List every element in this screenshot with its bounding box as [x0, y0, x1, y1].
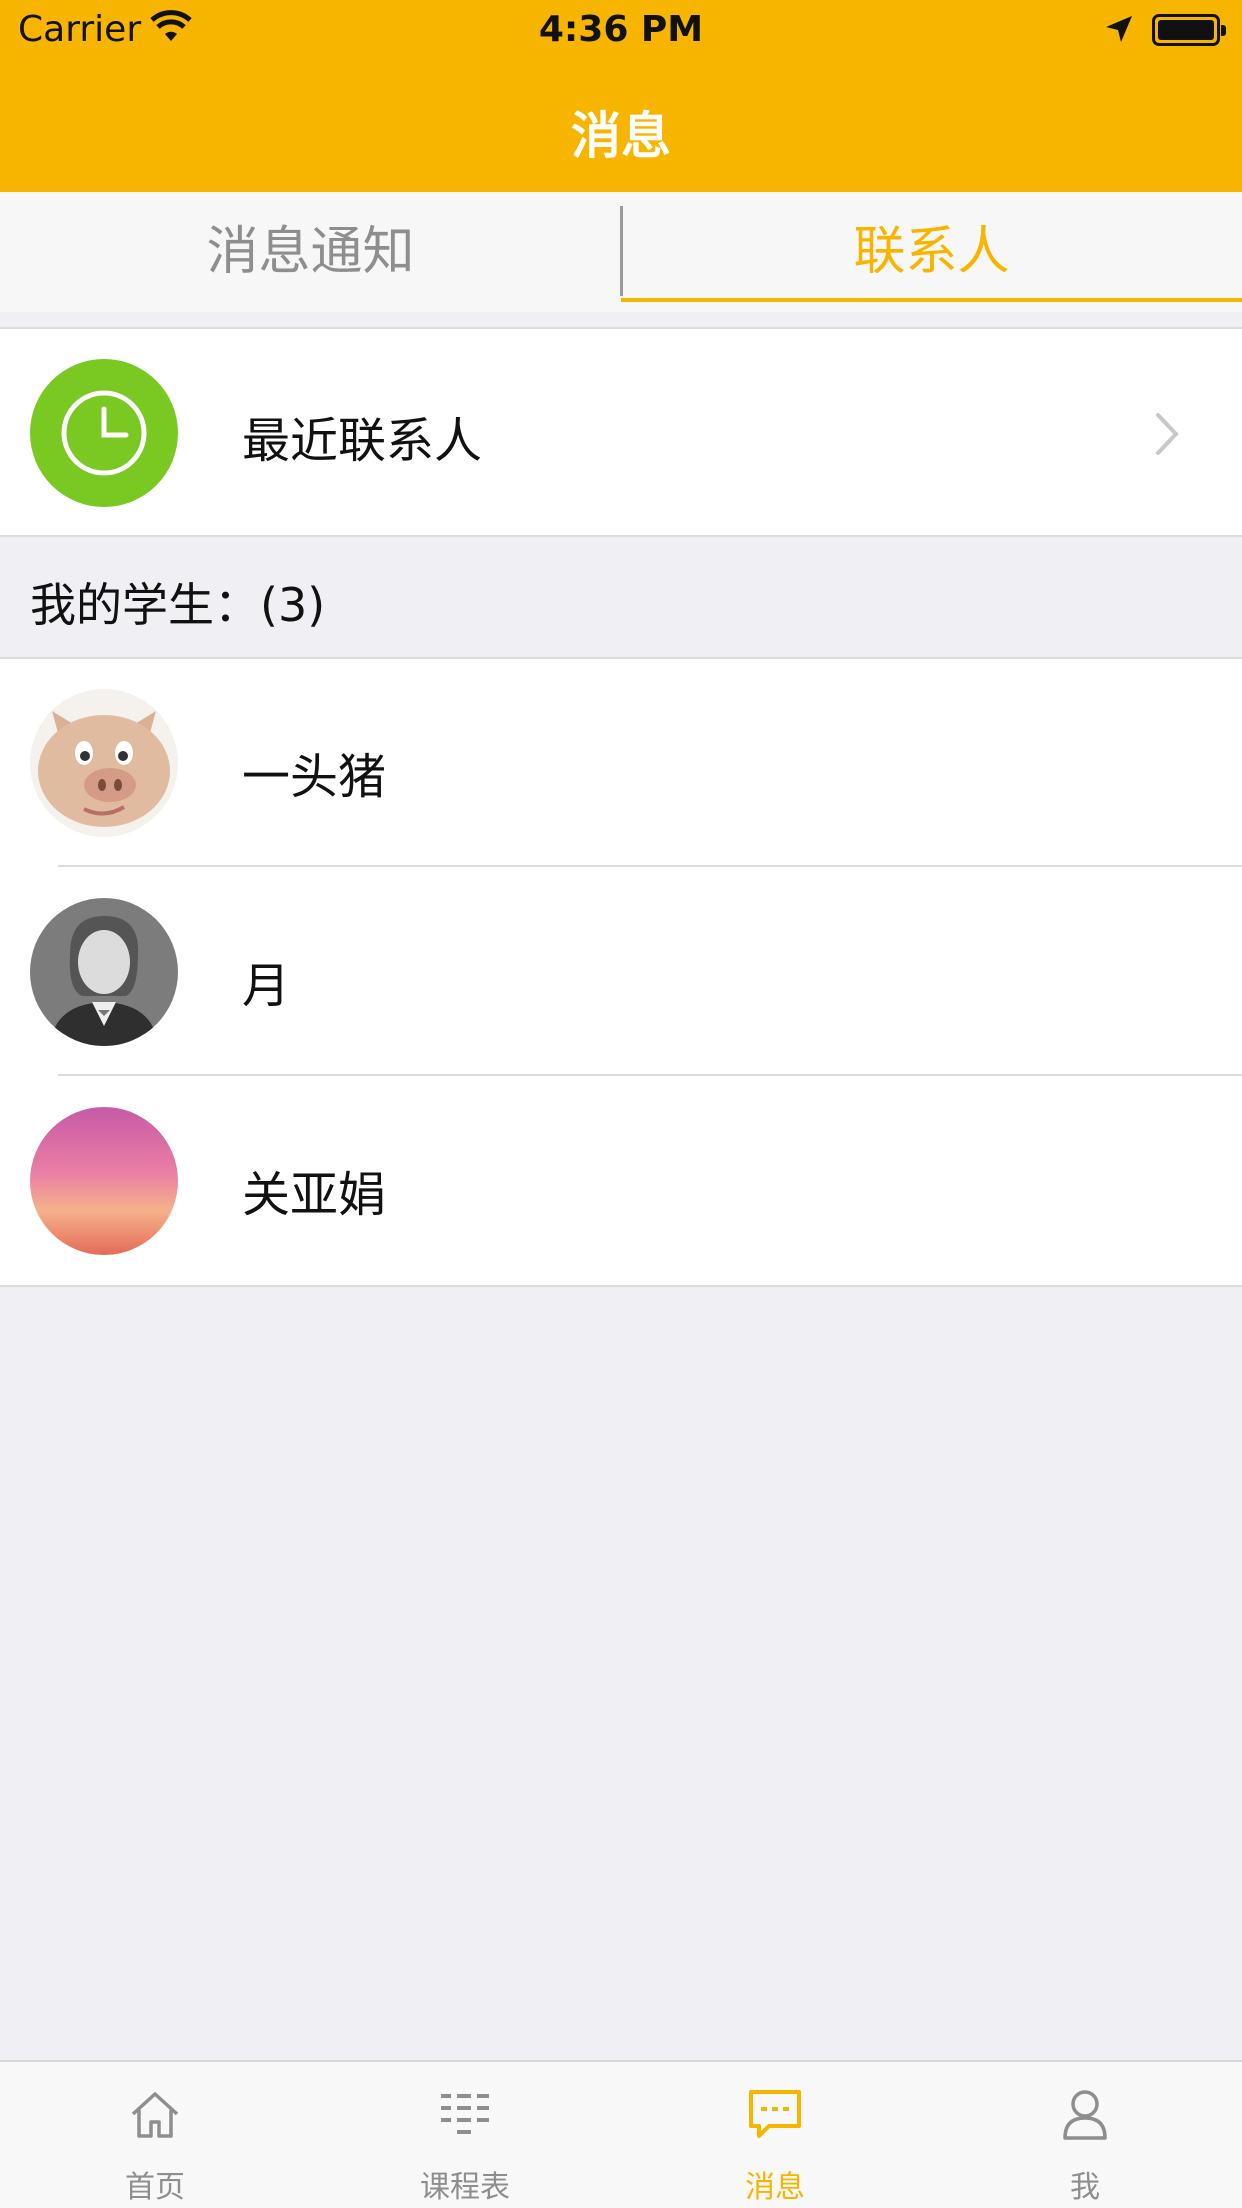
- schedule-icon: [441, 2094, 489, 2134]
- segmented-tabs: 消息通知 联系人: [0, 192, 1242, 312]
- tab-home-label: 首页: [125, 2170, 185, 2205]
- tab-messages-label: 消息: [745, 2170, 805, 2205]
- location-arrow-icon: [1106, 16, 1132, 42]
- tab-bar: 首页 课程表 消息 我: [0, 2060, 1242, 2208]
- message-icon: [749, 2090, 801, 2138]
- row-divider: [58, 1074, 1242, 1076]
- sunset-avatar: [30, 1107, 178, 1255]
- chevron-right-icon: [1156, 413, 1179, 455]
- students-section-title: 我的学生：(3): [30, 578, 326, 632]
- tab-messages[interactable]: 消息: [620, 2062, 930, 2208]
- tab-contacts[interactable]: 联系人: [621, 192, 1242, 312]
- student-name: 月: [242, 958, 291, 1014]
- tab-schedule-label: 课程表: [420, 2170, 510, 2205]
- tab-contacts-label: 联系人: [853, 222, 1010, 282]
- top-bar: Carrier 4:36 PM 消息: [0, 0, 1242, 192]
- tab-profile-label: 我: [1070, 2170, 1100, 2205]
- list-item[interactable]: 一头猪: [0, 659, 1242, 867]
- tab-notifications[interactable]: 消息通知: [0, 192, 621, 312]
- tab-profile[interactable]: 我: [930, 2062, 1240, 2208]
- row-divider: [58, 865, 1242, 867]
- battery-icon: [1152, 14, 1226, 46]
- page-title: 消息: [571, 107, 671, 165]
- students-list: 一头猪 月 关亚娟: [0, 657, 1242, 1287]
- status-bar: Carrier 4:36 PM: [0, 0, 1242, 62]
- tab-home[interactable]: 首页: [0, 2062, 310, 2208]
- tab-notifications-label: 消息通知: [206, 222, 415, 282]
- home-icon: [131, 2092, 179, 2138]
- recent-contacts-label: 最近联系人: [242, 413, 483, 469]
- student-name: 关亚娟: [242, 1167, 387, 1223]
- recent-contacts-row[interactable]: 最近联系人: [0, 327, 1242, 537]
- default-user-avatar: [30, 898, 178, 1046]
- student-name: 一头猪: [242, 749, 387, 805]
- status-time: 4:36 PM: [538, 9, 704, 50]
- pig-avatar: [30, 689, 178, 837]
- tab-selected-underline: [621, 298, 1242, 302]
- students-section-header: 我的学生：(3): [0, 537, 1242, 657]
- list-item[interactable]: 关亚娟: [0, 1077, 1242, 1285]
- profile-icon: [1063, 2090, 1107, 2140]
- tab-schedule[interactable]: 课程表: [310, 2062, 620, 2208]
- screen: Carrier 4:36 PM 消息 消息通知 联系人 最近联系人 我的学生：(…: [0, 0, 1242, 2208]
- list-item[interactable]: 月: [0, 868, 1242, 1076]
- clock-icon: [30, 359, 178, 507]
